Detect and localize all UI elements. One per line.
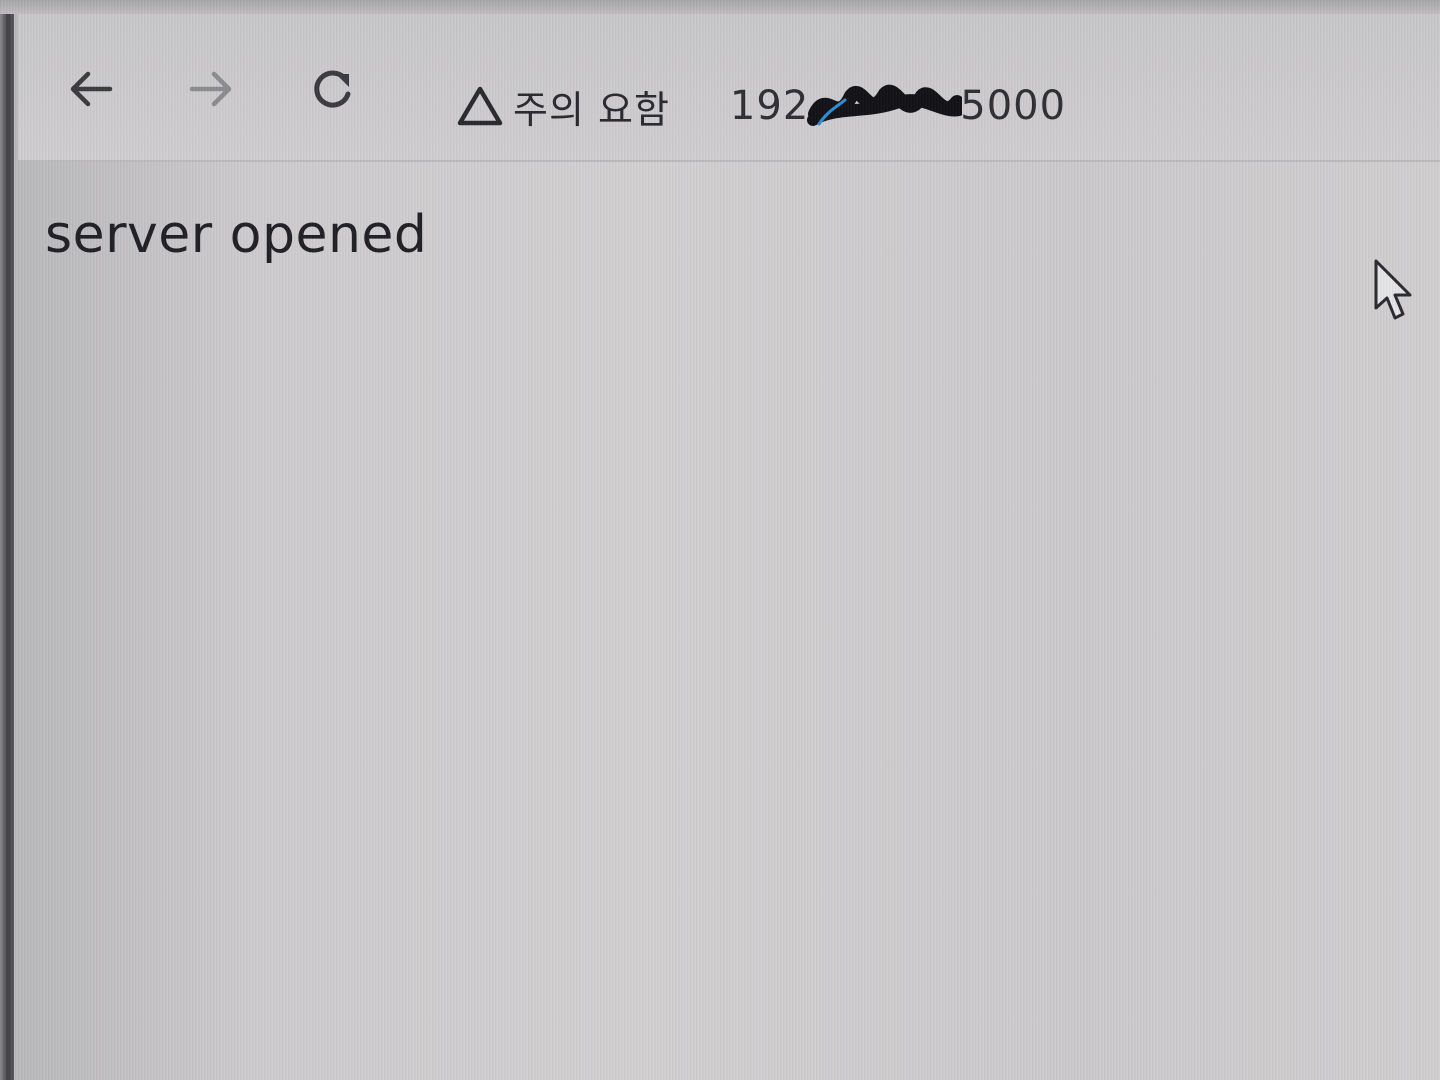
address-bar[interactable]: 주의 요함 192 5000 [443,66,1423,146]
reload-icon [314,70,351,108]
page-body-text: server opened [45,205,428,265]
window-top-edge [0,0,1440,14]
mouse-cursor-icon [1372,258,1420,328]
redaction-mark [807,84,963,128]
url-prefix: 192 [729,83,810,129]
security-indicator[interactable]: 주의 요함 [443,76,684,136]
url-suffix: 5000 [960,83,1067,129]
arrow-right-icon [189,71,232,107]
arrow-left-icon [70,71,113,107]
reload-button[interactable] [308,64,358,114]
security-label: 주의 요함 [513,87,670,132]
browser-toolbar: 주의 요함 192 5000 [18,14,1440,162]
monitor-bezel-left [0,0,14,1080]
url-text[interactable]: 192 5000 [730,83,1066,129]
warning-triangle-icon [457,85,503,127]
back-button[interactable] [66,64,116,114]
browser-window: 주의 요함 192 5000 server opened [0,0,1440,1080]
forward-button[interactable] [186,64,236,114]
